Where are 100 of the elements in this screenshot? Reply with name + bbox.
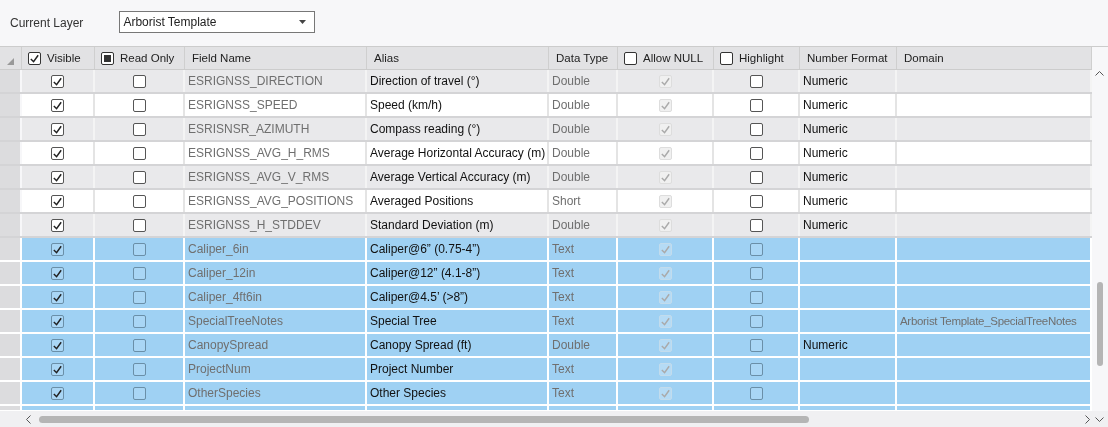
checkbox[interactable] xyxy=(51,290,64,304)
table-row[interactable]: CanopySpread Canopy Spread (ft) Double Numeric xyxy=(0,334,1092,358)
checkbox[interactable] xyxy=(132,146,146,160)
scroll-right-icon[interactable] xyxy=(1085,415,1090,424)
column-header[interactable]: Read Only xyxy=(120,52,175,64)
checkbox[interactable] xyxy=(132,218,146,232)
table-cell: Double xyxy=(549,142,618,164)
checkbox[interactable] xyxy=(749,338,763,352)
checkbox[interactable] xyxy=(132,122,146,136)
table-row[interactable]: Caliper_6in Caliper@6” (0.75-4”) Text xyxy=(0,238,1092,262)
scroll-down-icon[interactable] xyxy=(1095,417,1104,422)
table-cell: OtherSpecies xyxy=(185,382,367,404)
checkbox[interactable] xyxy=(749,290,763,304)
checkbox[interactable] xyxy=(132,194,146,208)
table-cell: ESRIGNSS_DIRECTION xyxy=(185,70,367,92)
table-cell: Other Species xyxy=(367,382,549,404)
table-cell: Caliper_6in xyxy=(185,238,367,260)
table-row[interactable]: ESRIGNSS_AVG_H_RMS Average Horizontal Accuracy (m) Double Numeric xyxy=(0,142,1092,166)
checkbox[interactable] xyxy=(132,242,146,256)
column-header[interactable]: Alias xyxy=(374,52,399,64)
checkbox[interactable] xyxy=(132,290,146,304)
table-cell: Numeric xyxy=(800,142,897,164)
horizontal-scrollbar[interactable] xyxy=(0,411,1108,427)
table-cell: Numeric xyxy=(800,166,897,188)
checkbox[interactable] xyxy=(749,314,763,328)
table-cell: Numeric xyxy=(800,118,897,140)
checkbox[interactable] xyxy=(51,218,64,232)
table-cell: Text xyxy=(549,310,618,332)
table-row[interactable]: ESRIGNSS_AVG_V_RMS Average Vertical Accuracy (m) Double Numeric xyxy=(0,166,1092,190)
table-row[interactable]: Caliper_12in Caliper@12” (4.1-8”) Text xyxy=(0,262,1092,286)
table-row[interactable]: ProjectNum Project Number Text xyxy=(0,358,1092,382)
checkbox[interactable] xyxy=(749,386,763,400)
checkbox[interactable] xyxy=(51,146,64,160)
table-cell: Compass reading (°) xyxy=(367,118,549,140)
column-header[interactable]: Domain xyxy=(904,52,944,64)
scroll-up-icon[interactable] xyxy=(1095,71,1104,76)
table-row[interactable]: SpecialTreeNotes Special Tree Text Arborist Template_SpecialTreeNotes xyxy=(0,310,1092,334)
checkbox[interactable] xyxy=(51,266,64,280)
checkbox[interactable] xyxy=(51,362,64,376)
table-cell: Caliper@12” (4.1-8”) xyxy=(367,262,549,284)
table-cell: Standard Deviation (m) xyxy=(367,214,549,236)
table-row[interactable]: Caliper_4ft6in Caliper@4.5’ (>8”) Text xyxy=(0,286,1092,310)
table-cell: Numeric xyxy=(800,94,897,116)
checkbox[interactable] xyxy=(132,170,146,184)
checkbox[interactable] xyxy=(51,386,64,400)
checkbox[interactable] xyxy=(749,74,763,88)
checkbox[interactable] xyxy=(132,386,146,400)
caret-icon xyxy=(299,20,307,24)
table-row[interactable]: ESRIGNSS_DIRECTION Direction of travel (°) Double Numeric xyxy=(0,70,1092,94)
checkbox[interactable] xyxy=(51,98,64,112)
checkbox[interactable] xyxy=(132,338,146,352)
checkbox[interactable] xyxy=(132,266,146,280)
checkbox[interactable] xyxy=(28,51,41,65)
checkbox[interactable] xyxy=(749,194,763,208)
checkbox[interactable] xyxy=(749,218,763,232)
column-header[interactable]: Allow NULL xyxy=(643,52,704,64)
table-row[interactable]: OtherSpecies Other Species Text xyxy=(0,382,1092,406)
table-cell: Caliper_4ft6in xyxy=(185,286,367,308)
checkbox[interactable] xyxy=(749,98,763,112)
checkbox[interactable] xyxy=(51,122,64,136)
checkbox[interactable] xyxy=(749,146,763,160)
table-row[interactable]: ESRIGNSS_SPEED Speed (km/h) Double Numeric xyxy=(0,94,1092,118)
table-row[interactable]: ESRIGNSS_H_STDDEV Standard Deviation (m) Double Numeric xyxy=(0,214,1092,238)
checkbox[interactable] xyxy=(749,242,763,256)
column-header[interactable]: Highlight xyxy=(739,52,784,64)
checkbox[interactable] xyxy=(132,362,146,376)
checkbox[interactable] xyxy=(51,338,64,352)
table-cell: Double xyxy=(549,166,618,188)
scroll-left-icon[interactable] xyxy=(26,415,31,424)
checkbox[interactable] xyxy=(132,74,146,88)
checkbox[interactable] xyxy=(51,74,64,88)
table-cell: SpecialTreeNotes xyxy=(185,310,367,332)
layer-dropdown[interactable]: Arborist Template xyxy=(119,11,316,33)
column-header[interactable]: Data Type xyxy=(556,52,609,64)
table-cell: Project Number xyxy=(367,358,549,380)
checkbox[interactable] xyxy=(624,51,637,65)
table-cell: Averaged Positions xyxy=(367,190,549,212)
table-cell: Special Tree xyxy=(367,310,549,332)
checkbox[interactable] xyxy=(51,194,64,208)
checkbox[interactable] xyxy=(51,242,64,256)
checkbox[interactable] xyxy=(132,98,146,112)
table-cell: Average Vertical Accuracy (m) xyxy=(367,166,549,188)
table-cell: Average Horizontal Accuracy (m) xyxy=(367,142,549,164)
checkbox[interactable] xyxy=(749,266,763,280)
corner-triangle-icon xyxy=(7,58,14,65)
checkbox[interactable] xyxy=(51,314,64,328)
table-row[interactable]: ESRIGNSS_AVG_POSITIONS Averaged Positions Short Numeric xyxy=(0,190,1092,214)
column-header[interactable]: Number Format xyxy=(807,52,888,64)
checkbox[interactable] xyxy=(749,170,763,184)
checkbox[interactable] xyxy=(749,362,763,376)
checkbox[interactable] xyxy=(132,314,146,328)
checkbox[interactable] xyxy=(720,51,733,65)
column-header[interactable]: Field Name xyxy=(192,52,251,64)
table-cell: Double xyxy=(549,94,618,116)
checkbox[interactable] xyxy=(749,122,763,136)
table-cell: Text xyxy=(549,286,618,308)
column-header[interactable]: Visible xyxy=(47,52,81,64)
table-row[interactable]: ESRISNSR_AZIMUTH Compass reading (°) Double Numeric xyxy=(0,118,1092,142)
checkbox[interactable] xyxy=(51,170,64,184)
table-cell: ESRIGNSS_AVG_POSITIONS xyxy=(185,190,367,212)
